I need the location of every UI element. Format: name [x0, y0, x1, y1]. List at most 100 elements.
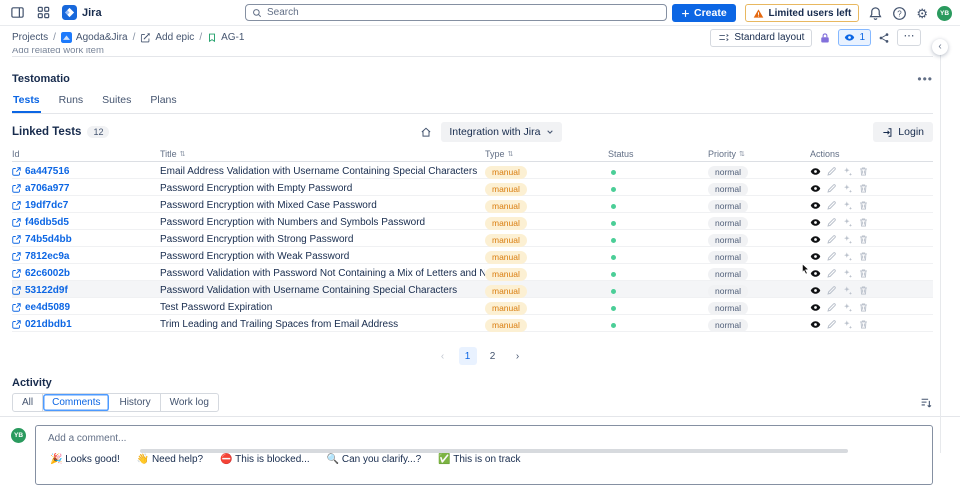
delete-test-icon[interactable]: [858, 302, 869, 313]
delete-test-icon[interactable]: [858, 319, 869, 330]
delete-test-icon[interactable]: [858, 234, 869, 245]
ai-wand-icon[interactable]: [842, 285, 853, 296]
breadcrumb-projects[interactable]: Projects: [12, 32, 48, 43]
edit-test-icon[interactable]: [826, 302, 837, 313]
view-test-icon[interactable]: [810, 319, 821, 330]
delete-test-icon[interactable]: [858, 285, 869, 296]
edit-test-icon[interactable]: [826, 200, 837, 211]
edit-test-icon[interactable]: [826, 183, 837, 194]
activity-tab-all[interactable]: All: [13, 394, 44, 411]
activity-tab-work-log[interactable]: Work log: [161, 394, 218, 411]
breadcrumb-issue[interactable]: AG-1: [207, 32, 244, 43]
view-test-icon[interactable]: [810, 251, 821, 262]
edit-test-icon[interactable]: [826, 268, 837, 279]
edit-test-icon[interactable]: [826, 285, 837, 296]
ai-wand-icon[interactable]: [842, 217, 853, 228]
prev-page-button[interactable]: ‹: [434, 347, 452, 365]
view-test-icon[interactable]: [810, 183, 821, 194]
view-test-icon[interactable]: [810, 302, 821, 313]
ai-wand-icon[interactable]: [842, 166, 853, 177]
jira-home-link[interactable]: Jira: [62, 5, 102, 20]
edit-test-icon[interactable]: [826, 166, 837, 177]
tab-tests[interactable]: Tests: [12, 91, 41, 113]
create-button[interactable]: Create: [672, 4, 736, 22]
testomatio-more-icon[interactable]: •••: [917, 72, 933, 86]
test-id-link[interactable]: 7812ec9a: [25, 251, 70, 262]
breadcrumb-add-epic[interactable]: Add epic: [140, 32, 194, 43]
quick-reply-this-is-on-track[interactable]: ✅ This is on track: [438, 454, 520, 465]
activity-tab-history[interactable]: History: [110, 394, 161, 411]
comment-input[interactable]: Add a comment... 🎉 Looks good! 👋 Need hel…: [35, 425, 933, 485]
column-header-priority[interactable]: Priority ⇅: [708, 149, 810, 159]
column-header-id[interactable]: Id: [12, 149, 160, 159]
quick-reply-this-is-blocked[interactable]: ⛔ This is blocked...: [220, 454, 310, 465]
view-test-icon[interactable]: [810, 285, 821, 296]
page-button-2[interactable]: 2: [484, 347, 502, 365]
app-switcher-icon[interactable]: [36, 5, 51, 20]
delete-test-icon[interactable]: [858, 166, 869, 177]
quick-reply-need-help[interactable]: 👋 Need help?: [137, 454, 203, 465]
view-test-icon[interactable]: [810, 217, 821, 228]
integration-dropdown[interactable]: Integration with Jira: [441, 122, 563, 142]
test-id-link[interactable]: 021dbdb1: [25, 319, 72, 330]
quick-reply-looks-good[interactable]: 🎉 Looks good!: [50, 454, 120, 465]
tab-runs[interactable]: Runs: [58, 91, 85, 113]
view-test-icon[interactable]: [810, 200, 821, 211]
edit-test-icon[interactable]: [826, 217, 837, 228]
collapse-panel-button[interactable]: ‹: [932, 39, 948, 55]
view-test-icon[interactable]: [810, 234, 821, 245]
view-test-icon[interactable]: [810, 268, 821, 279]
ai-wand-icon[interactable]: [842, 302, 853, 313]
ai-wand-icon[interactable]: [842, 183, 853, 194]
column-header-type[interactable]: Type ⇅: [485, 149, 608, 159]
more-actions-button[interactable]: ⋯: [897, 29, 921, 46]
delete-test-icon[interactable]: [858, 217, 869, 228]
column-header-title[interactable]: Title ⇅: [160, 149, 485, 159]
watchers-chip[interactable]: 1: [838, 29, 871, 46]
test-id-link[interactable]: 53122d9f: [25, 285, 68, 296]
quick-reply-can-you-clarify[interactable]: 🔍 Can you clarify...?: [327, 454, 422, 465]
search-input[interactable]: [267, 7, 660, 18]
test-id-link[interactable]: f46db5d5: [25, 217, 69, 228]
delete-test-icon[interactable]: [858, 268, 869, 279]
ai-wand-icon[interactable]: [842, 234, 853, 245]
ai-wand-icon[interactable]: [842, 251, 853, 262]
column-header-status[interactable]: Status: [608, 149, 708, 159]
share-icon[interactable]: [878, 32, 890, 44]
tab-suites[interactable]: Suites: [101, 91, 132, 113]
login-button[interactable]: Login: [873, 122, 933, 142]
breadcrumb-project[interactable]: Agoda&Jira: [60, 32, 128, 43]
ai-wand-icon[interactable]: [842, 319, 853, 330]
panel-splitter[interactable]: [940, 27, 941, 453]
ai-wand-icon[interactable]: [842, 268, 853, 279]
home-icon[interactable]: [420, 126, 432, 138]
notifications-icon[interactable]: [868, 6, 883, 21]
activity-tab-comments[interactable]: Comments: [43, 394, 110, 411]
edit-test-icon[interactable]: [826, 251, 837, 262]
ai-wand-icon[interactable]: [842, 200, 853, 211]
limited-users-warning[interactable]: Limited users left: [744, 4, 860, 22]
user-avatar[interactable]: YB: [937, 5, 952, 21]
global-search[interactable]: [245, 4, 667, 21]
sort-order-icon[interactable]: [920, 396, 933, 409]
test-id-link[interactable]: ee4d5089: [25, 302, 70, 313]
next-page-button[interactable]: ›: [509, 347, 527, 365]
test-id-link[interactable]: 6a447516: [25, 166, 70, 177]
edit-test-icon[interactable]: [826, 319, 837, 330]
page-button-1[interactable]: 1: [458, 347, 477, 365]
lock-icon[interactable]: [819, 32, 831, 44]
tab-plans[interactable]: Plans: [149, 91, 177, 113]
test-id-link[interactable]: 62c6002b: [25, 268, 70, 279]
help-icon[interactable]: ?: [892, 6, 907, 21]
test-id-link[interactable]: 74b5d4bb: [25, 234, 72, 245]
delete-test-icon[interactable]: [858, 200, 869, 211]
settings-gear-icon[interactable]: ⚙: [916, 7, 928, 20]
edit-test-icon[interactable]: [826, 234, 837, 245]
standard-layout-button[interactable]: Standard layout: [710, 28, 813, 47]
delete-test-icon[interactable]: [858, 183, 869, 194]
view-test-icon[interactable]: [810, 166, 821, 177]
test-id-link[interactable]: 19df7dc7: [25, 200, 68, 211]
sidebar-toggle-icon[interactable]: [10, 5, 25, 20]
test-id-link[interactable]: a706a977: [25, 183, 70, 194]
delete-test-icon[interactable]: [858, 251, 869, 262]
